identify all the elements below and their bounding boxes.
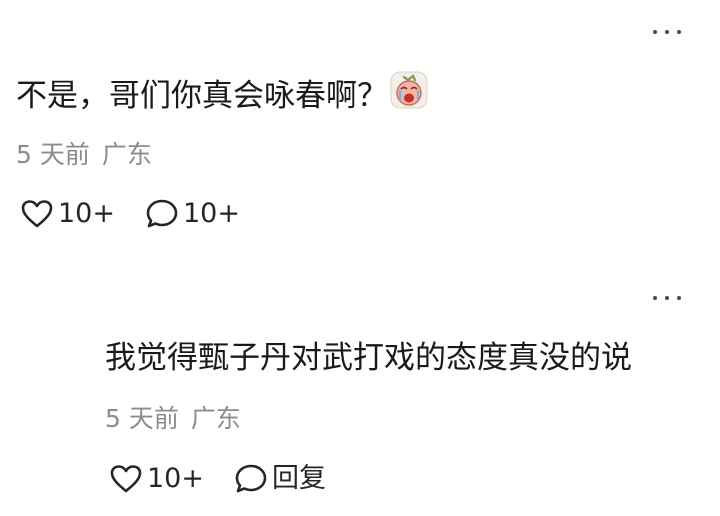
heart-icon (20, 199, 54, 229)
reply-button[interactable]: 10+ (145, 197, 240, 231)
comment-time: 5 天前 (16, 140, 90, 169)
comment-thread: 不是，哥们你真会咏春啊？ 5 天前 广东 10+ 10+ 我觉得甄子丹对武打戏的… (0, 0, 720, 516)
heart-icon (109, 464, 143, 494)
like-button[interactable]: 10+ (109, 462, 204, 496)
like-button[interactable]: 10+ (20, 197, 115, 231)
comment-actions: 10+ 10+ (20, 197, 270, 231)
reply-count: 10+ (182, 198, 240, 229)
more-options-icon[interactable] (650, 22, 684, 42)
more-options-icon[interactable] (650, 288, 684, 308)
comment-text: 不是，哥们你真会咏春啊？ (16, 78, 388, 114)
reply-body: 我觉得甄子丹对武打戏的态度真没的说 (105, 338, 632, 378)
reply-location: 广东 (190, 404, 241, 433)
comment-bubble-icon (234, 463, 268, 495)
crying-face-emoji-icon (390, 71, 428, 119)
comment-body: 不是，哥们你真会咏春啊？ (16, 71, 428, 119)
like-count: 10+ (58, 198, 115, 229)
like-count: 10+ (147, 463, 204, 494)
comment-bubble-icon (145, 198, 179, 230)
reply-actions: 10+ 回复 (109, 462, 356, 496)
comment-location: 广东 (101, 140, 152, 169)
reply-label: 回复 (271, 463, 326, 494)
comment-meta: 5 天前 广东 (16, 140, 152, 170)
reply-text: 我觉得甄子丹对武打戏的态度真没的说 (105, 340, 632, 376)
reply-button[interactable]: 回复 (234, 462, 326, 496)
reply-time: 5 天前 (105, 404, 179, 433)
reply-meta: 5 天前 广东 (105, 404, 241, 434)
